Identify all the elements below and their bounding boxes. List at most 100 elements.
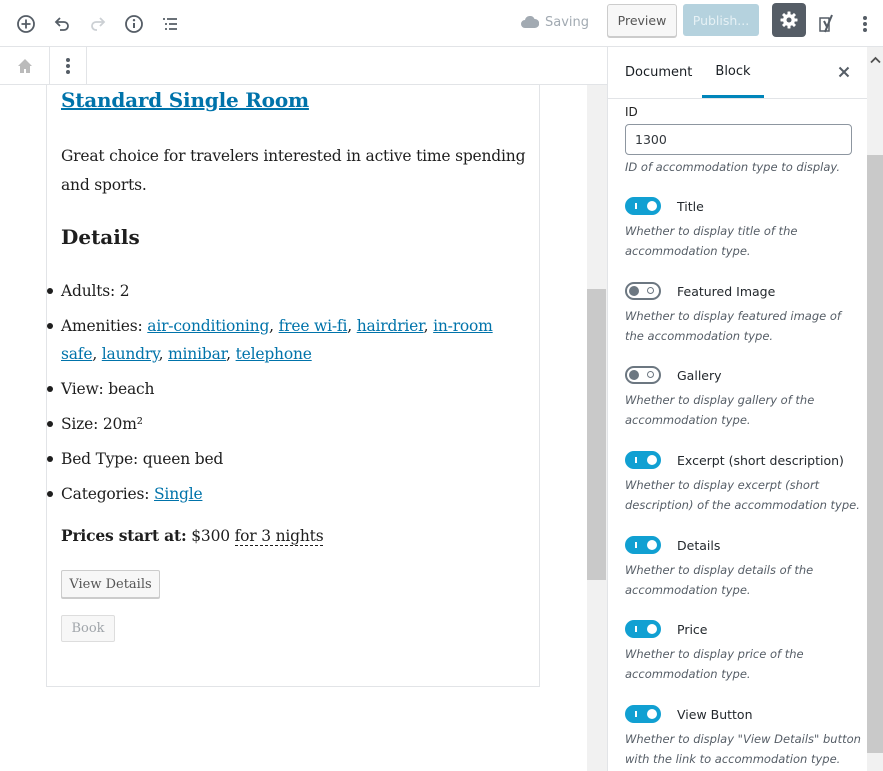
amenity-link[interactable]: air-conditioning	[147, 317, 269, 335]
detail-size: Size: 20m²	[47, 410, 531, 438]
sidebar-scrollbar-thumb[interactable]	[867, 155, 883, 753]
view-value: beach	[108, 380, 155, 398]
price-toggle[interactable]	[625, 620, 661, 638]
toggle-row-title: Title Whether to display title of the ac…	[625, 197, 861, 261]
bed-type-value: queen bed	[142, 450, 224, 468]
toggle-label: Details	[677, 537, 721, 553]
detail-categories: Categories: Single	[47, 480, 531, 508]
sidebar-scrollbar[interactable]	[867, 47, 883, 771]
amenity-link[interactable]: laundry	[102, 345, 159, 363]
toggle-help: Whether to display gallery of the accomm…	[625, 393, 815, 427]
toggle-help: Whether to display featured image of the…	[625, 309, 841, 343]
undo-button[interactable]	[46, 8, 78, 40]
editor-header: Saving Preview Publish...	[0, 0, 883, 47]
title-toggle[interactable]	[625, 197, 661, 215]
category-link[interactable]: Single	[154, 485, 203, 503]
size-value: 20m²	[102, 415, 143, 433]
tab-block[interactable]: Block	[702, 47, 764, 98]
more-options-button[interactable]	[849, 8, 881, 40]
id-input[interactable]: 1300	[625, 124, 852, 155]
editor-scrollbar-thumb[interactable]	[587, 289, 606, 580]
toggle-row-excerpt: Excerpt (short description) Whether to d…	[625, 451, 861, 515]
settings-button[interactable]	[772, 3, 806, 37]
bed-type-label: Bed Type:	[61, 450, 139, 468]
undo-icon	[54, 17, 69, 31]
toggle-label: Price	[677, 621, 708, 637]
id-label: ID	[625, 105, 638, 119]
amenity-link[interactable]: hairdrier	[357, 317, 424, 335]
redo-button[interactable]	[82, 8, 114, 40]
price-period: for 3 nights	[234, 527, 324, 546]
close-sidebar-button[interactable]	[833, 61, 855, 83]
info-icon	[125, 15, 143, 33]
outline-icon	[163, 18, 177, 30]
toggle-label: Gallery	[677, 367, 722, 383]
excerpt-toggle[interactable]	[625, 451, 661, 469]
toggle-label: View Button	[677, 706, 753, 722]
categories-label: Categories:	[61, 485, 150, 503]
details-toggle[interactable]	[625, 536, 661, 554]
preview-button[interactable]: Preview	[607, 4, 677, 37]
sidebar-tabs: Document Block	[608, 47, 867, 99]
block-type-button[interactable]	[0, 47, 50, 84]
block-more-options-button[interactable]	[50, 47, 87, 84]
book-button[interactable]: Book	[61, 615, 115, 642]
tab-document[interactable]: Document	[625, 47, 692, 98]
amenity-link[interactable]: free wi-fi	[279, 317, 348, 335]
toggle-help: Whether to display title of the accommod…	[625, 224, 798, 258]
more-vertical-icon	[66, 57, 70, 74]
adults-value: 2	[119, 282, 130, 300]
outline-button[interactable]	[154, 8, 186, 40]
scroll-up-icon[interactable]	[870, 56, 881, 64]
toggle-row-details: Details Whether to display details of th…	[625, 536, 861, 600]
info-button[interactable]	[118, 8, 150, 40]
editor-scrollbar[interactable]	[587, 85, 607, 771]
gallery-toggle[interactable]	[625, 366, 661, 384]
detail-amenities: Amenities: air-conditioning, free wi-fi,…	[47, 312, 531, 368]
price-label: Prices start at:	[61, 526, 187, 545]
toggle-label: Excerpt (short description)	[677, 452, 844, 468]
toggle-row-featured-image: Featured Image Whether to display featur…	[625, 282, 861, 346]
price-line: Prices start at: $300 for 3 nights	[61, 526, 324, 546]
amenities-label: Amenities:	[61, 317, 143, 335]
toggle-help: Whether to display "View Details" button…	[625, 732, 861, 766]
price-value: $300	[191, 527, 230, 545]
toggle-row-view-button: View Button Whether to display "View Det…	[625, 705, 861, 769]
size-label: Size:	[61, 415, 99, 433]
gear-icon	[780, 11, 798, 29]
add-block-button[interactable]	[10, 8, 42, 40]
view-label: View:	[61, 380, 104, 398]
amenity-link[interactable]: telephone	[236, 345, 312, 363]
toggle-label: Featured Image	[677, 283, 776, 299]
toggle-label: Title	[677, 198, 704, 214]
detail-view: View: beach	[47, 375, 531, 403]
toggle-help: Whether to display price of the accommod…	[625, 647, 804, 681]
more-vertical-icon	[863, 16, 867, 32]
publish-button[interactable]: Publish...	[683, 4, 759, 36]
editor-canvas: Standard Single Room Great choice for tr…	[0, 85, 587, 771]
detail-adults: Adults: 2	[47, 277, 531, 305]
featured-image-toggle[interactable]	[625, 282, 661, 300]
adults-label: Adults:	[61, 282, 116, 300]
toggle-row-price: Price Whether to display price of the ac…	[625, 620, 861, 684]
home-icon	[17, 58, 32, 73]
room-title-link[interactable]: Standard Single Room	[61, 88, 309, 112]
view-button-toggle[interactable]	[625, 705, 661, 723]
yoast-button[interactable]	[812, 8, 844, 40]
close-icon	[838, 66, 850, 78]
details-list: Adults: 2 Amenities: air-conditioning, f…	[47, 277, 531, 515]
yoast-icon	[819, 14, 833, 33]
saving-status: Saving	[521, 12, 589, 32]
cloud-icon	[521, 16, 539, 28]
redo-icon	[91, 17, 106, 31]
block-toolbar	[0, 47, 607, 85]
toggle-row-gallery: Gallery Whether to display gallery of th…	[625, 366, 861, 430]
saving-label: Saving	[545, 14, 590, 30]
detail-bed-type: Bed Type: queen bed	[47, 445, 531, 473]
view-details-button[interactable]: View Details	[61, 570, 160, 598]
toggle-help: Whether to display excerpt (short descri…	[625, 478, 860, 512]
toggle-help: Whether to display details of the accomm…	[625, 563, 814, 597]
settings-sidebar: Document Block ID 1300 ID of accommodati…	[607, 47, 883, 771]
room-excerpt: Great choice for travelers interested in…	[61, 147, 526, 194]
amenity-link[interactable]: minibar	[168, 345, 226, 363]
